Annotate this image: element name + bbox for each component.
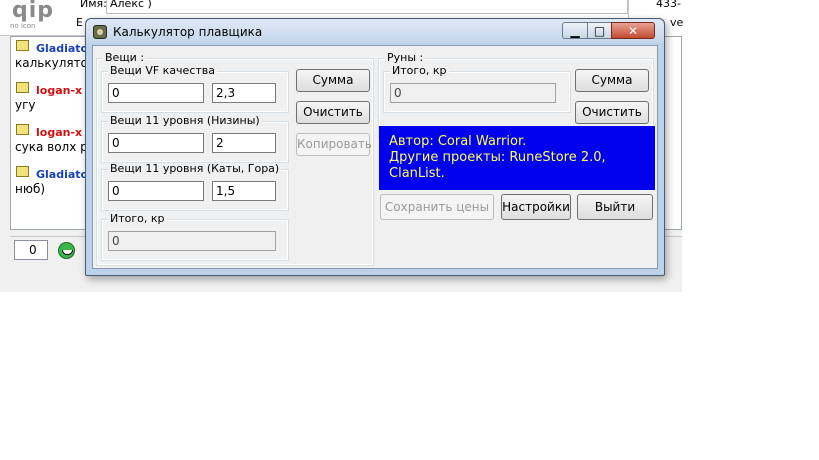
vf-group-label: Вещи VF качества — [108, 64, 217, 77]
right-second-text: ve — [670, 16, 684, 29]
lvl11-cave-count-input[interactable]: 0 — [108, 181, 204, 201]
name-value: Алекс ) — [110, 0, 152, 10]
app-icon — [93, 25, 107, 39]
name-label: Имя: — [80, 0, 107, 10]
minimize-icon: ▁ — [570, 24, 580, 38]
vf-count-input[interactable]: 0 — [108, 83, 204, 103]
items-total-group: Итого, кр 0 — [101, 213, 289, 261]
message-icon — [16, 124, 29, 135]
items-copy-button[interactable]: Копировать — [296, 133, 372, 156]
message-text: угу — [15, 98, 36, 112]
message-text: сука волх ре — [15, 140, 96, 154]
counter-field[interactable]: 0 — [14, 240, 48, 260]
exit-button[interactable]: Выйти — [577, 194, 653, 220]
name-field[interactable] — [106, 0, 628, 14]
info-projects-cont: ClanList. — [389, 166, 445, 181]
lvl11-low-count-input[interactable]: 0 — [108, 133, 204, 153]
window-title: Калькулятор плавщика — [113, 25, 263, 39]
settings-button[interactable]: Настройки — [501, 194, 571, 220]
lvl11-cave-group-label: Вещи 11 уровня (Каты, Гора) — [108, 162, 282, 175]
runes-total-label: Итого, кр — [390, 64, 449, 77]
message-text: калькулятор — [15, 56, 96, 70]
lvl11-cave-factor-input[interactable]: 1,5 — [212, 181, 276, 201]
lvl11-low-factor-input[interactable]: 2 — [212, 133, 276, 153]
maximize-icon: □ — [593, 24, 606, 38]
logo-subtext: no icon — [10, 22, 36, 30]
runes-group-label: Руны : — [385, 51, 426, 64]
items-group-label: Вещи : — [103, 51, 147, 64]
message-icon — [16, 40, 29, 51]
message-icon — [16, 166, 29, 177]
title-bar[interactable]: Калькулятор плавщика ▁ □ ✕ — [86, 19, 664, 43]
vf-group: Вещи VF качества 0 2,3 — [101, 65, 289, 113]
runes-sum-button[interactable]: Сумма — [575, 69, 649, 92]
items-sum-button[interactable]: Сумма — [296, 69, 370, 92]
lvl11-low-group: Вещи 11 уровня (Низины) 0 2 — [101, 115, 289, 163]
items-total-label: Итого, кр — [108, 212, 167, 225]
close-button[interactable]: ✕ — [611, 22, 655, 39]
window-client-area: Вещи : Вещи VF качества 0 2,3 Вещи 11 ур… — [92, 45, 658, 269]
items-total-value: 0 — [108, 231, 276, 251]
runes-total-group: Итого, кр 0 — [383, 65, 571, 113]
right-top-text: 433- — [656, 0, 681, 10]
calculator-window: Калькулятор плавщика ▁ □ ✕ Вещи : Вещи V… — [85, 18, 665, 276]
smiley-icon[interactable] — [58, 242, 75, 259]
logo-text: qip — [12, 0, 55, 23]
info-panel: Автор: Coral Warrior. Другие проекты: Ru… — [379, 126, 655, 190]
save-prices-button[interactable]: Сохранить цены — [380, 194, 494, 220]
items-clear-button[interactable]: Очистить — [296, 101, 370, 124]
info-author: Автор: Coral Warrior. — [389, 134, 527, 149]
info-projects: Другие проекты: RuneStore 2.0, — [389, 150, 606, 165]
minimize-button[interactable]: ▁ — [562, 22, 588, 39]
message-text: нюб) — [15, 182, 46, 196]
items-group: Вещи : Вещи VF качества 0 2,3 Вещи 11 ур… — [96, 52, 374, 266]
close-icon: ✕ — [627, 24, 639, 38]
maximize-button[interactable]: □ — [587, 22, 612, 39]
message-icon — [16, 82, 29, 93]
second-label: E — [76, 16, 83, 29]
qip-logo: qip no icon — [6, 0, 60, 34]
runes-clear-button[interactable]: Очистить — [575, 101, 649, 124]
message-nick[interactable]: logan-x ( — [36, 126, 91, 139]
runes-total-value: 0 — [390, 83, 556, 103]
lvl11-low-group-label: Вещи 11 уровня (Низины) — [108, 114, 262, 127]
vf-factor-input[interactable]: 2,3 — [212, 83, 276, 103]
lvl11-cave-group: Вещи 11 уровня (Каты, Гора) 0 1,5 — [101, 163, 289, 211]
message-nick[interactable]: logan-x ( — [36, 84, 91, 97]
